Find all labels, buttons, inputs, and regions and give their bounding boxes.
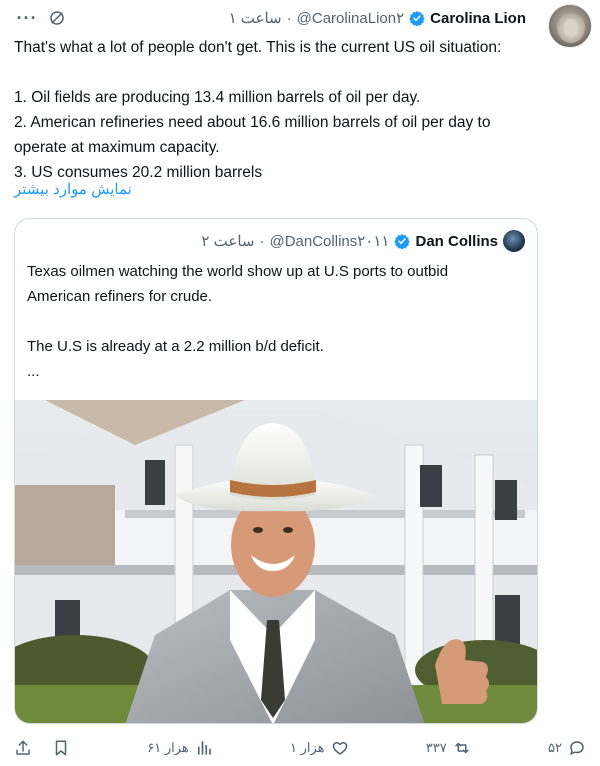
repost-icon <box>454 742 469 754</box>
tweet-line: 2. American refineries need about 16.6 m… <box>14 114 491 131</box>
author-name[interactable]: Carolina Lion <box>430 10 526 27</box>
likes-count: ۱ هزار <box>290 740 325 755</box>
reposts-count: ۳۳۷ <box>425 740 447 755</box>
quote-author-avatar <box>503 230 525 252</box>
quote-author-name: Dan Collins <box>415 232 498 250</box>
tweet-header: ··· ساعت ۱ · @CarolinaLion۲ Carolina Lio… <box>14 4 590 32</box>
views-button[interactable]: ۶۱ هزار <box>147 739 213 757</box>
heart-icon <box>332 742 347 755</box>
quote-author-handle: @DanCollins۲۰۱۱ <box>269 233 390 250</box>
verified-badge-icon <box>409 10 425 27</box>
meta-separator: · <box>259 232 265 250</box>
quoted-tweet[interactable]: ساعت ۲ · @DanCollins۲۰۱۱ Dan Collins Tex… <box>14 218 538 724</box>
verified-badge-icon <box>394 233 411 250</box>
meta-separator: · <box>286 9 292 27</box>
more-options-icon[interactable]: ··· <box>14 8 40 28</box>
grok-icon[interactable] <box>46 7 68 29</box>
views-count: ۶۱ هزار <box>147 740 189 755</box>
author-handle[interactable]: @CarolinaLion۲ <box>297 9 405 27</box>
reply-button[interactable]: ۵۲ <box>548 739 586 757</box>
quote-text: Texas oilmen watching the world show up … <box>27 259 527 384</box>
quote-line: Texas oilmen watching the world show up … <box>27 263 449 280</box>
tweet-line: That's what a lot of people don't get. T… <box>14 39 502 56</box>
quote-line: American refiners for crude. <box>27 288 213 305</box>
quote-photo[interactable] <box>15 400 538 724</box>
quote-time: ساعت ۲ <box>201 233 255 250</box>
tweet-line: 1. Oil fields are producing 13.4 million… <box>14 89 421 106</box>
bookmark-icon <box>55 740 67 756</box>
tweet-actions: ۶۱ هزار ۱ هزار ۳۳۷ ۵۲ <box>14 734 586 762</box>
quote-line: The U.S is already at a 2.2 million b/d … <box>27 338 324 355</box>
like-button[interactable]: ۱ هزار <box>290 739 349 757</box>
tweet-time[interactable]: ساعت ۱ <box>229 9 282 27</box>
tweet[interactable]: ··· ساعت ۱ · @CarolinaLion۲ Carolina Lio… <box>0 0 600 766</box>
quote-line: ... <box>27 363 40 380</box>
replies-count: ۵۲ <box>547 740 562 755</box>
tweet-line: operate at maximum capacity. <box>14 139 220 156</box>
tweet-text: That's what a lot of people don't get. T… <box>14 35 574 185</box>
share-button[interactable] <box>14 739 32 757</box>
share-icon <box>16 740 30 755</box>
repost-button[interactable]: ۳۳۷ <box>426 739 471 757</box>
quote-header: ساعت ۲ · @DanCollins۲۰۱۱ Dan Collins <box>15 229 525 253</box>
bookmark-button[interactable] <box>52 739 70 757</box>
show-more-link[interactable]: نمایش موارد بیشتر <box>14 180 132 198</box>
views-icon <box>197 741 211 755</box>
reply-icon <box>570 741 584 755</box>
